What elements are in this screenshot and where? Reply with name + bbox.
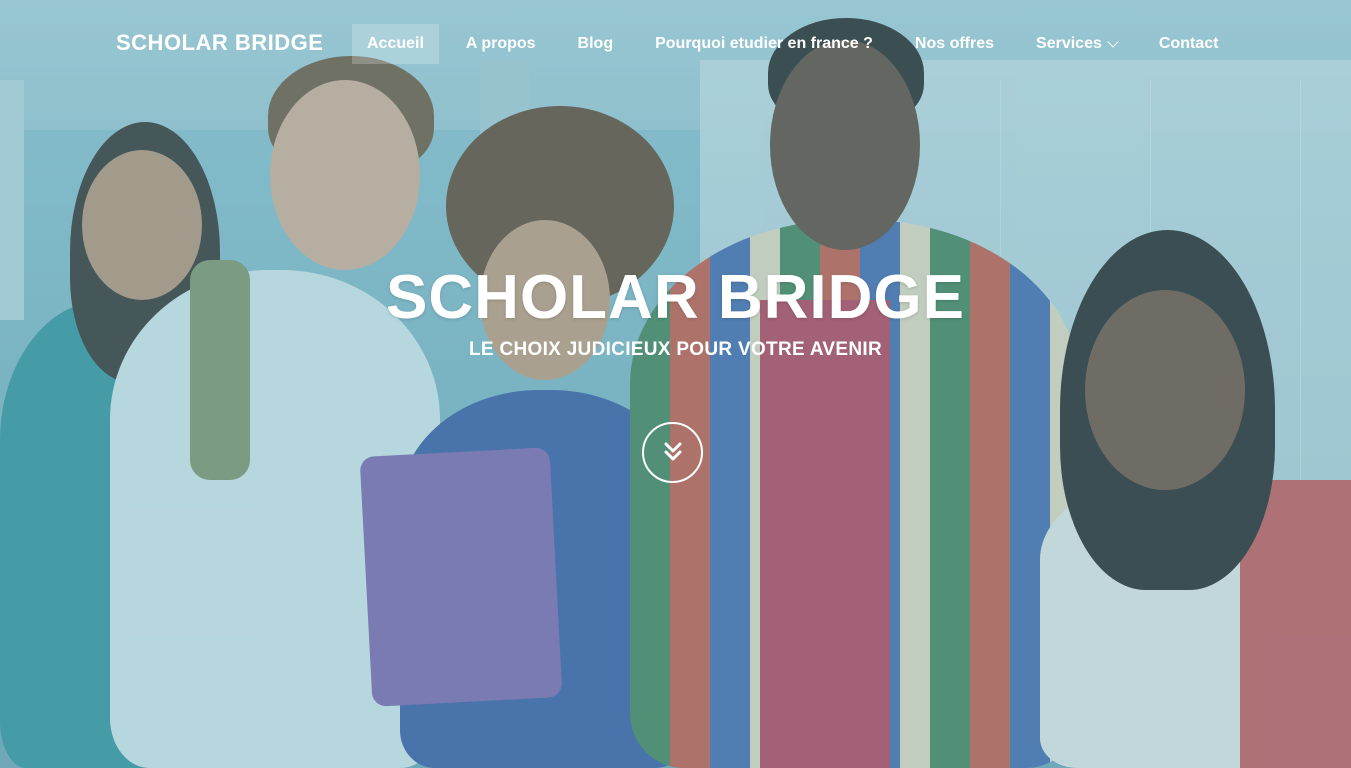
- nav-item-pourquoi-etudier-en-france[interactable]: Pourquoi etudier en france ?: [640, 24, 888, 64]
- hero-subtitle: LE CHOIX JUDICIEUX POUR VOTRE AVENIR: [468, 339, 883, 360]
- nav-item-nos-offres[interactable]: Nos offres: [900, 24, 1009, 64]
- nav-item-accueil[interactable]: Accueil: [352, 24, 439, 64]
- nav-item-label: Blog: [577, 35, 614, 52]
- nav-item-label: Accueil: [367, 35, 424, 52]
- hero-title: SCHOLAR BRIDGE: [386, 263, 965, 332]
- scroll-down-button[interactable]: [642, 422, 703, 483]
- nav-item-label: Contact: [1158, 35, 1219, 52]
- nav-item-services[interactable]: Services: [1021, 24, 1132, 64]
- nav-item-label: Nos offres: [914, 35, 995, 52]
- brand-logo[interactable]: SCHOLAR BRIDGE: [116, 30, 323, 56]
- nav-item-contact[interactable]: Contact: [1144, 24, 1234, 64]
- main-nav: Accueil A propos Blog Pourquoi etudier e…: [352, 24, 1233, 64]
- hero-color-overlay: [0, 0, 1351, 768]
- chevron-down-icon: [1107, 36, 1119, 48]
- nav-item-label: A propos: [465, 35, 536, 52]
- nav-item-label: Pourquoi etudier en france ?: [655, 35, 873, 52]
- nav-item-blog[interactable]: Blog: [563, 24, 629, 64]
- nav-item-label: Services: [1036, 35, 1102, 52]
- hero-section: SCHOLAR BRIDGE Accueil A propos Blog Pou…: [0, 0, 1351, 768]
- nav-item-a-propos[interactable]: A propos: [451, 24, 551, 64]
- top-navbar: SCHOLAR BRIDGE Accueil A propos Blog Pou…: [0, 0, 1351, 88]
- double-chevron-down-icon: [664, 442, 682, 461]
